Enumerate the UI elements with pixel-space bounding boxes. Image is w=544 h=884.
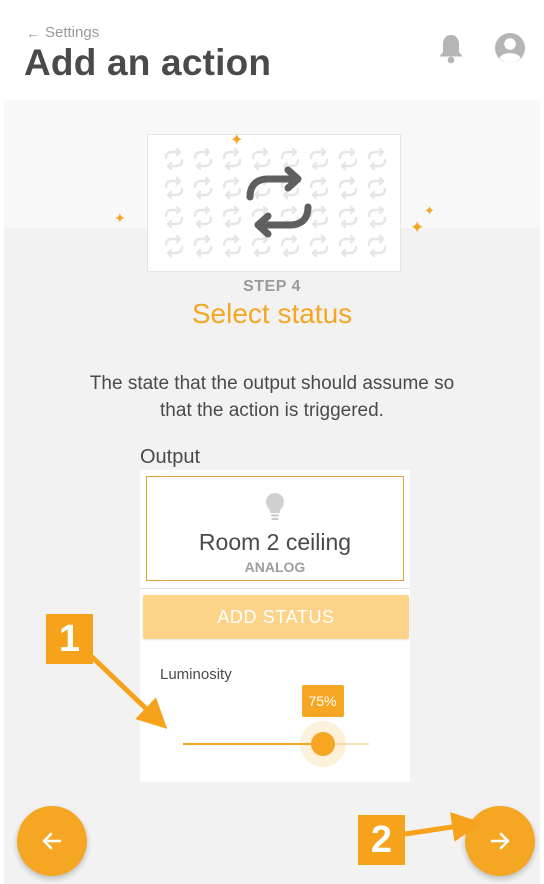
app-frame: ← Settings Add an action ✦ ✦ ✦ ✦ STEP 4 … (4, 0, 540, 884)
page-title: Add an action (24, 42, 272, 83)
arrow-left-icon (42, 832, 62, 850)
sparkle-icon: ✦ (424, 203, 435, 218)
callout-badge-2: 2 (358, 815, 405, 865)
sparkle-icon: ✦ (114, 210, 126, 226)
step-description: The state that the output should assume … (89, 373, 455, 421)
output-card: Room 2 ceiling ANALOG ADD STATUS Luminos… (140, 470, 410, 782)
luminosity-label: Luminosity (160, 666, 232, 683)
back-arrow-icon: ← (26, 24, 40, 41)
back-link-label: Settings (45, 24, 100, 41)
user-avatar-icon[interactable] (494, 32, 525, 66)
arrow-right-icon (490, 832, 510, 850)
sparkle-icon: ✦ (230, 132, 244, 149)
lightbulb-icon (264, 491, 286, 528)
callout-badge-1: 1 (46, 614, 93, 664)
previous-step-button[interactable] (17, 806, 87, 876)
step-title: Select status (191, 298, 353, 329)
bell-icon[interactable] (436, 32, 466, 66)
next-step-button[interactable] (465, 806, 535, 876)
output-section-label: Output (140, 446, 201, 468)
slider-value-label: 75% (301, 685, 344, 717)
output-name: Room 2 ceiling (198, 529, 352, 555)
step-illustration (147, 134, 401, 272)
header: ← Settings Add an action (4, 0, 540, 100)
output-type: ANALOG (244, 559, 306, 575)
sparkle-icon: ✦ (410, 218, 425, 237)
step-label: STEP 4 (243, 278, 301, 295)
output-selection[interactable]: Room 2 ceiling ANALOG (146, 476, 404, 581)
luminosity-slider-thumb[interactable] (310, 732, 335, 756)
back-link-settings[interactable]: ← Settings (26, 24, 99, 41)
divider (140, 588, 410, 589)
add-status-button[interactable]: ADD STATUS (143, 595, 409, 639)
